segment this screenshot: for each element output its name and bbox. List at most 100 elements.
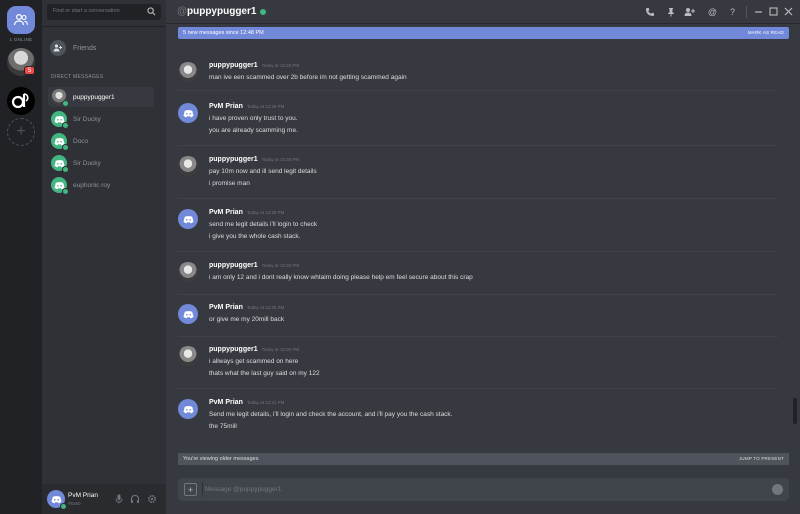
message-group: puppypugger1 Today at 12:30 PM pay 10m now… xyxy=(178,156,778,196)
divider xyxy=(746,6,747,18)
author-name[interactable]: PvM Prian xyxy=(209,399,243,406)
dm-name: Doco xyxy=(73,137,89,145)
message-author-row: PvM Prian Today at 12:30 PM xyxy=(209,304,284,311)
add-friend-icon[interactable] xyxy=(684,6,695,17)
chat-header: @ puppypugger1 @ ? xyxy=(166,0,800,24)
message-text: pay 10m now and ill send legit details xyxy=(209,168,317,175)
dm-item[interactable]: Sir Ducky xyxy=(48,109,154,129)
deafen-button[interactable] xyxy=(130,494,140,504)
online-status-dot xyxy=(62,100,69,107)
user-discriminator: #6260 xyxy=(68,501,81,506)
friends-icon xyxy=(50,40,66,56)
home-button[interactable] xyxy=(7,6,35,34)
avatar[interactable] xyxy=(178,62,198,82)
avatar xyxy=(51,89,69,107)
online-status-dot xyxy=(62,122,69,129)
channel-title: puppypugger1 xyxy=(187,6,257,17)
avatar[interactable] xyxy=(178,156,198,176)
upload-button[interactable]: + xyxy=(184,483,197,496)
mention-icon[interactable]: @ xyxy=(707,6,718,17)
older-messages-text: You're viewing older messages xyxy=(183,456,259,462)
message-text: or give me my 20mill back xyxy=(209,316,285,323)
message-text: i promise man xyxy=(209,180,250,187)
avatar xyxy=(51,177,69,195)
message-text: man ive een scammed over 2b before im no… xyxy=(209,74,407,81)
online-status-dot xyxy=(62,144,69,151)
settings-button[interactable] xyxy=(147,494,157,504)
at-symbol: @ xyxy=(177,6,188,17)
message-timestamp: Today at 12:30 PM xyxy=(246,210,285,215)
avatar[interactable] xyxy=(47,490,67,510)
search-icon xyxy=(147,7,156,16)
message-author-row: PvM Prian Today at 12:29 PM xyxy=(209,103,284,110)
server-rail: 1 ONLINE 5 + xyxy=(0,0,42,514)
avatar[interactable] xyxy=(178,209,198,229)
author-name[interactable]: PvM Prian xyxy=(209,304,243,311)
message-divider xyxy=(178,336,778,337)
minimize-icon[interactable] xyxy=(753,6,764,17)
phone-icon[interactable] xyxy=(644,6,655,17)
microphone-icon xyxy=(115,494,123,504)
message-input[interactable] xyxy=(205,482,765,497)
add-server-button[interactable]: + xyxy=(7,118,35,146)
message-divider xyxy=(178,388,778,389)
author-name[interactable]: PvM Prian xyxy=(209,103,243,110)
avatar[interactable] xyxy=(178,262,198,282)
friends-nav-item[interactable]: Friends xyxy=(50,39,160,57)
message-text: i have proven only trust to you. xyxy=(209,115,298,122)
online-status-dot xyxy=(62,188,69,195)
dm-section-header: DIRECT MESSAGES xyxy=(51,74,104,80)
server-icon-2[interactable] xyxy=(7,87,35,115)
dm-name: euphonic roy xyxy=(73,181,111,189)
dm-item[interactable]: euphonic roy xyxy=(48,175,154,195)
message-text: Send me legit details, i'll login and ch… xyxy=(209,411,453,418)
dm-name: puppypugger1 xyxy=(73,93,115,101)
emoji-icon[interactable] xyxy=(772,484,783,495)
new-messages-text: 5 new messages since 12:48 PM xyxy=(183,30,264,36)
search-placeholder: Find or start a conversation xyxy=(53,8,120,14)
message-group: PvM Prian Today at 12:31 PM Send me legit … xyxy=(178,399,778,439)
scrollbar-thumb[interactable] xyxy=(793,398,797,424)
author-name[interactable]: puppypugger1 xyxy=(209,346,258,353)
message-text: i give you the whole cash stack. xyxy=(209,233,301,240)
new-messages-bar[interactable]: 5 new messages since 12:48 PM MARK AS RE… xyxy=(178,27,789,39)
dm-item[interactable]: Doco xyxy=(48,131,154,151)
author-name[interactable]: puppypugger1 xyxy=(209,156,258,163)
message-composer: + xyxy=(178,478,789,501)
message-divider xyxy=(178,90,778,91)
author-name[interactable]: puppypugger1 xyxy=(209,262,258,269)
mark-as-read-button[interactable]: MARK AS READ xyxy=(748,30,784,35)
message-divider xyxy=(178,198,778,199)
avatar[interactable] xyxy=(178,304,198,324)
close-icon[interactable] xyxy=(783,6,794,17)
discord-logo-icon xyxy=(182,109,194,117)
scrollbar[interactable] xyxy=(793,40,797,452)
help-icon[interactable]: ? xyxy=(727,6,738,17)
message-group: puppypugger1 Today at 12:30 PM i allways g… xyxy=(178,346,778,386)
author-name[interactable]: PvM Prian xyxy=(209,209,243,216)
divider xyxy=(202,482,203,497)
message-text: the 75mill xyxy=(209,423,237,430)
message-timestamp: Today at 12:30 PM xyxy=(261,263,300,268)
online-status-dot xyxy=(62,166,69,173)
discord-logo-icon xyxy=(50,495,62,503)
maximize-icon[interactable] xyxy=(768,6,779,17)
mention-badge: 5 xyxy=(24,66,35,75)
jump-to-present-button[interactable]: JUMP TO PRESENT xyxy=(739,456,784,461)
mute-button[interactable] xyxy=(114,494,124,504)
discord-logo-icon xyxy=(182,405,194,413)
older-messages-bar[interactable]: You're viewing older messages JUMP TO PR… xyxy=(178,453,789,465)
dm-item[interactable]: Sir Ducky xyxy=(48,153,154,173)
dm-item[interactable]: puppypugger1 xyxy=(48,87,154,107)
avatar[interactable] xyxy=(178,399,198,419)
avatar[interactable] xyxy=(178,346,198,366)
pin-icon[interactable] xyxy=(665,6,676,17)
avatar[interactable] xyxy=(178,103,198,123)
message-group: PvM Prian Today at 12:30 PM or give me my … xyxy=(178,304,778,332)
author-name[interactable]: puppypugger1 xyxy=(209,62,258,69)
discord-logo-icon xyxy=(182,215,194,223)
message-group: PvM Prian Today at 12:30 PM send me legit … xyxy=(178,209,778,249)
avatar xyxy=(51,155,69,173)
search-bar[interactable]: Find or start a conversation xyxy=(47,4,161,20)
dm-name: Sir Ducky xyxy=(73,159,101,167)
